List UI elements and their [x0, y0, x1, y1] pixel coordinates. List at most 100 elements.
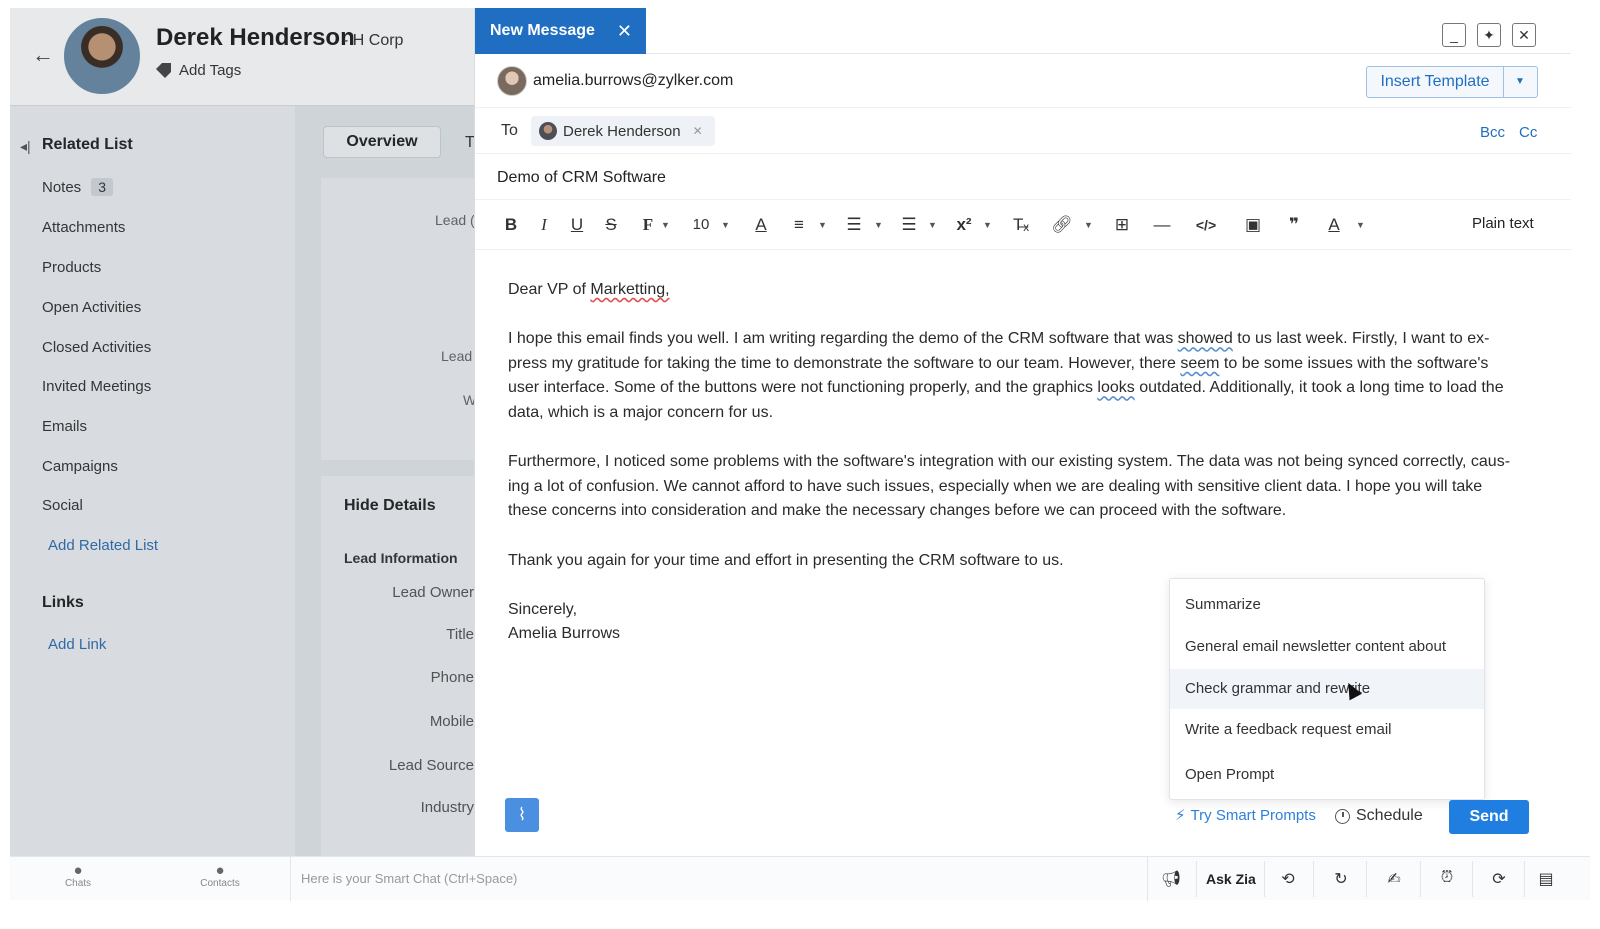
bold-icon[interactable]: B — [501, 214, 521, 236]
crm-app: ← Derek Henderson - H Corp Add Tags ◂| R… — [10, 8, 1590, 918]
recipient-chip[interactable]: Derek Henderson ✕ — [531, 116, 715, 146]
try-smart-prompts-button[interactable]: ⚡︎ Try Smart Prompts — [1175, 806, 1316, 825]
code-icon[interactable]: </> — [1191, 214, 1221, 236]
chevron-down-icon[interactable]: ▼ — [1503, 67, 1537, 97]
divider — [1420, 861, 1421, 897]
person-icon: ● — [215, 862, 225, 879]
compose-titlebar: New Message ✕ _ ✦ ✕ — [475, 8, 1571, 54]
lightning-icon: ⚡︎ — [1175, 807, 1186, 824]
chevron-down-icon[interactable]: ▼ — [874, 214, 883, 236]
greeting: Dear VP of Marketting, — [508, 278, 1518, 303]
superscript-icon[interactable]: x² — [953, 214, 975, 236]
body-paragraph: Thank you again for your time and effort… — [508, 551, 1064, 569]
call-log-icon[interactable]: ↻ — [1323, 869, 1359, 889]
insert-template-button[interactable]: Insert Template ▼ — [1366, 66, 1538, 98]
link-icon[interactable]: 🔗︎ — [1051, 214, 1073, 236]
crm-record-view: ← Derek Henderson - H Corp Add Tags ◂| R… — [10, 8, 484, 874]
chevron-down-icon[interactable]: ▼ — [928, 214, 937, 236]
chevron-down-icon[interactable]: ▼ — [983, 214, 992, 236]
prompt-feedback-request[interactable]: Write a feedback request email — [1170, 710, 1484, 750]
sender-avatar — [497, 66, 527, 96]
prompt-summarize[interactable]: Summarize — [1170, 585, 1484, 625]
chevron-down-icon[interactable]: ▼ — [1084, 214, 1093, 236]
chevron-down-icon[interactable]: ▼ — [818, 214, 827, 236]
numbered-list-icon[interactable]: ☰ — [843, 214, 865, 236]
image-icon[interactable]: ▣ — [1242, 214, 1264, 236]
body-paragraph: I hope this email finds you well. I am w… — [508, 327, 1518, 425]
indent-icon[interactable]: ☰ — [898, 214, 920, 236]
clear-format-icon[interactable]: T̶ₓ — [1010, 214, 1032, 236]
body-text: I hope this email finds you well. I am w… — [508, 330, 1178, 348]
misspelled-word[interactable]: Marketting, — [590, 281, 669, 298]
bottom-bar: ● Chats ● Contacts Here is your Smart Ch… — [10, 856, 1590, 901]
spellcheck-icon[interactable]: A — [1323, 214, 1345, 236]
grammar-flag[interactable]: seem — [1180, 355, 1219, 372]
chevron-down-icon[interactable]: ▼ — [721, 214, 730, 236]
plain-text-toggle[interactable]: Plain text — [1472, 215, 1534, 232]
formatting-toolbar: B I U S F ▼ 10 ▼ A ≡ ▼ ☰ ▼ ☰ ▼ x² ▼ T̶ₓ … — [475, 200, 1571, 250]
horizontal-rule-icon[interactable]: — — [1151, 214, 1173, 236]
zia-insights-icon[interactable]: ⟲ — [1270, 869, 1306, 889]
from-email[interactable]: amelia.burrows@zylker.com — [533, 72, 733, 90]
italic-icon[interactable]: I — [534, 214, 554, 236]
recipient-name: Derek Henderson — [563, 122, 681, 140]
chats-label: Chats — [64, 878, 92, 889]
smart-chat-input[interactable]: Here is your Smart Chat (Ctrl+Space) — [290, 857, 1148, 901]
table-icon[interactable]: ⊞ — [1111, 214, 1133, 236]
attachment-icon[interactable]: ⌇ — [505, 798, 539, 832]
chats-button[interactable]: ● Chats — [58, 862, 98, 889]
body-paragraph: Furthermore, I noticed some problems wit… — [508, 453, 1511, 520]
divider — [1366, 861, 1367, 897]
chevron-down-icon[interactable]: ▼ — [1356, 214, 1365, 236]
compose-tab-title: New Message — [490, 22, 595, 39]
subject-input[interactable]: Demo of CRM Software — [497, 169, 666, 187]
compose-window: New Message ✕ _ ✦ ✕ amelia.burrows@zylke… — [474, 8, 1571, 874]
clock-icon — [1335, 808, 1350, 824]
divider — [1472, 861, 1473, 897]
align-icon[interactable]: ≡ — [789, 214, 809, 236]
greeting-text: Dear VP of — [508, 281, 591, 298]
quote-icon[interactable]: ❞ — [1283, 214, 1305, 236]
cc-link[interactable]: Cc — [1519, 124, 1537, 141]
chat-bubble-icon: ● — [73, 862, 83, 879]
notes-icon[interactable]: ▤ — [1528, 869, 1564, 889]
megaphone-icon[interactable]: 📢︎ — [1153, 869, 1189, 889]
strikethrough-icon[interactable]: S — [601, 214, 621, 236]
prompt-newsletter[interactable]: General email newsletter content about — [1170, 627, 1484, 667]
divider — [1196, 861, 1197, 897]
pin-icon[interactable]: ✦ — [1477, 23, 1501, 47]
modal-overlay — [10, 8, 484, 874]
chevron-down-icon[interactable]: ▼ — [661, 214, 670, 236]
schedule-button[interactable]: Schedule — [1335, 807, 1423, 825]
text-color-icon[interactable]: A — [751, 214, 771, 236]
font-family-icon[interactable]: F — [638, 214, 658, 236]
font-size-select[interactable]: 10 — [689, 214, 713, 236]
recipient-avatar — [539, 122, 557, 140]
schedule-label: Schedule — [1356, 807, 1423, 824]
underline-icon[interactable]: U — [567, 214, 587, 236]
compose-tab[interactable]: New Message ✕ — [475, 8, 646, 54]
alarm-icon[interactable]: ⏰︎ — [1429, 869, 1465, 887]
ask-zia-button[interactable]: Ask Zia — [1206, 871, 1256, 887]
history-icon[interactable]: ⟳ — [1481, 869, 1517, 889]
divider — [1264, 861, 1265, 897]
to-row: To Derek Henderson ✕ Bcc Cc — [475, 108, 1571, 154]
grammar-flag[interactable]: showed — [1178, 330, 1233, 347]
smart-prompts-menu: Summarize General email newsletter conte… — [1169, 578, 1485, 800]
minimize-icon[interactable]: _ — [1442, 23, 1466, 47]
send-button[interactable]: Send — [1449, 800, 1529, 834]
signature-icon[interactable]: ✍︎ — [1376, 869, 1412, 889]
divider — [1524, 861, 1525, 897]
prompt-open[interactable]: Open Prompt — [1170, 755, 1484, 795]
to-label: To — [501, 122, 518, 139]
bcc-link[interactable]: Bcc — [1480, 124, 1505, 141]
contacts-button[interactable]: ● Contacts — [200, 862, 240, 889]
subject-row[interactable]: Demo of CRM Software — [475, 154, 1571, 200]
remove-recipient-icon[interactable]: ✕ — [693, 124, 703, 138]
insert-template-label[interactable]: Insert Template — [1367, 67, 1504, 97]
close-tab-icon[interactable]: ✕ — [617, 8, 632, 54]
prompt-check-grammar[interactable]: Check grammar and rewrite — [1170, 669, 1484, 709]
close-icon[interactable]: ✕ — [1512, 23, 1536, 47]
try-smart-prompts-label: Try Smart Prompts — [1190, 806, 1316, 824]
grammar-flag[interactable]: looks — [1097, 379, 1134, 396]
